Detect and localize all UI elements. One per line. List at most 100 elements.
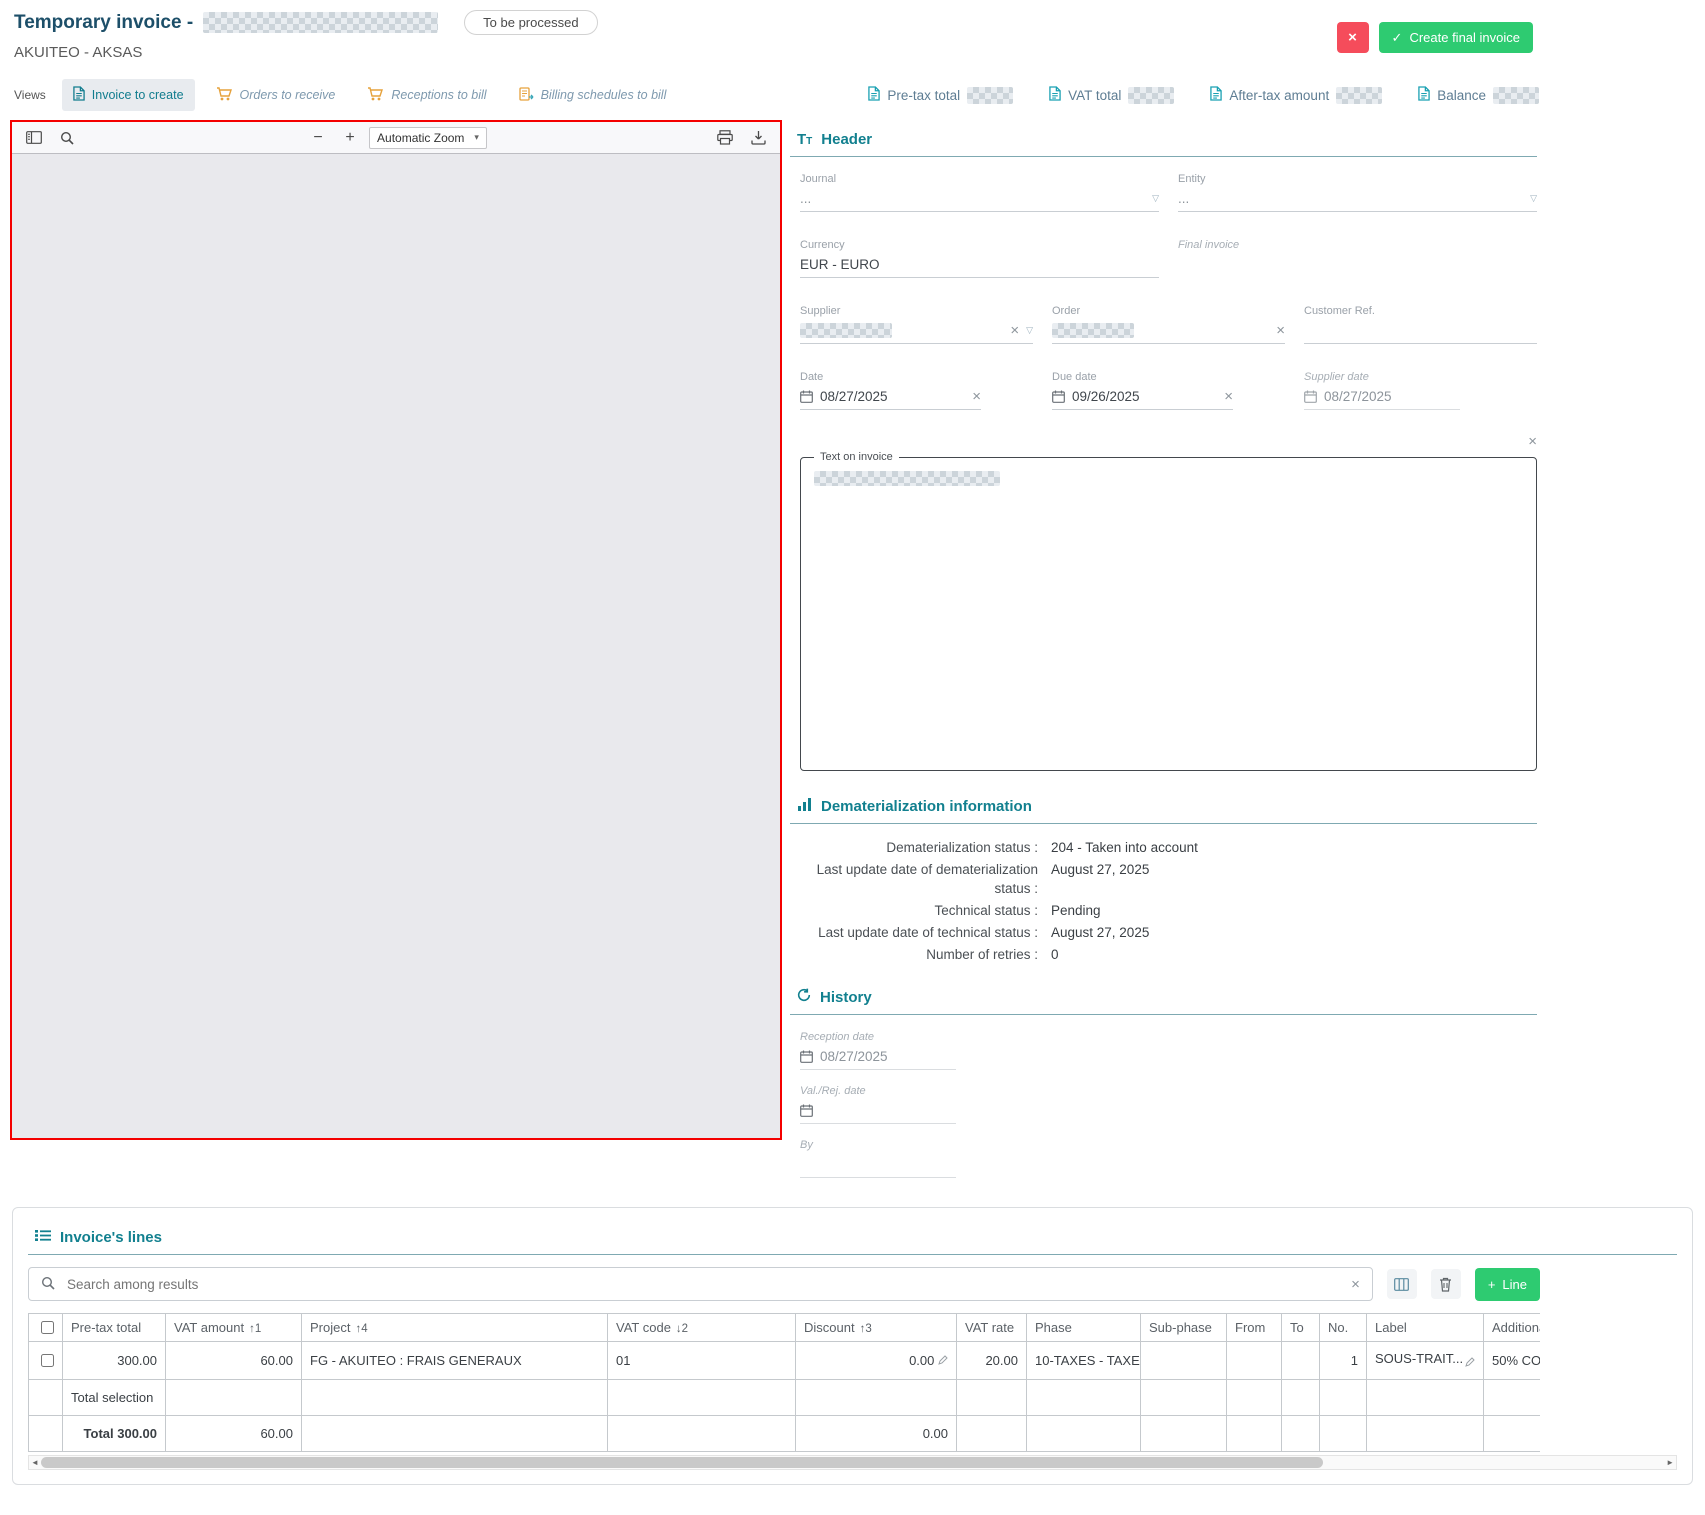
supplier-label: Supplier bbox=[800, 305, 1033, 317]
dematerialization-section-title: Dematerialization information bbox=[790, 787, 1537, 824]
invoice-lines-panel: Invoice's lines × + Line bbox=[12, 1207, 1693, 1485]
demat-row-value: August 27, 2025 bbox=[1051, 923, 1149, 942]
total-vat-cell: 60.00 bbox=[166, 1416, 302, 1452]
supplier-field[interactable]: Supplier ×▽ bbox=[800, 305, 1033, 344]
header-section-title: TT Header bbox=[790, 120, 1537, 157]
scroll-left-icon[interactable]: ◄ bbox=[31, 1459, 39, 1467]
search-box[interactable]: × bbox=[28, 1267, 1373, 1301]
schedule-document-icon bbox=[519, 87, 534, 104]
create-final-invoice-button[interactable]: ✓ Create final invoice bbox=[1379, 22, 1533, 53]
zoom-in-button[interactable]: + bbox=[337, 125, 363, 150]
delete-line-button[interactable] bbox=[1431, 1269, 1461, 1299]
discount-cell: 0.00 bbox=[796, 1342, 957, 1380]
print-button[interactable] bbox=[712, 125, 738, 150]
column-header-no[interactable]: No. bbox=[1320, 1314, 1367, 1342]
zoom-out-button[interactable]: − bbox=[305, 125, 331, 150]
tab-billing-schedules-to-bill[interactable]: Billing schedules to bill bbox=[508, 80, 678, 111]
demat-row-value: 204 - Taken into account bbox=[1051, 838, 1198, 857]
text-format-icon: TT bbox=[797, 131, 812, 148]
currency-field[interactable]: Currency EUR - EURO bbox=[800, 239, 1159, 278]
order-field[interactable]: Order × bbox=[1052, 305, 1285, 344]
due-date-field[interactable]: Due date 09/26/2025 × bbox=[1052, 371, 1285, 410]
vat-total: VAT total bbox=[1049, 86, 1174, 104]
scrollbar-track[interactable] bbox=[41, 1457, 1664, 1468]
pdf-viewer-panel: − + Automatic Zoom ▾ bbox=[10, 120, 782, 1140]
total-selection-row: Total selection bbox=[29, 1380, 1541, 1416]
tab-receptions-to-bill[interactable]: Receptions to bill bbox=[356, 80, 497, 111]
column-header-label[interactable]: Label bbox=[1367, 1314, 1484, 1342]
supplier-date-label: Supplier date bbox=[1304, 371, 1537, 383]
balance-label: Balance bbox=[1437, 88, 1486, 103]
document-icon bbox=[1049, 86, 1061, 104]
columns-button[interactable] bbox=[1387, 1269, 1417, 1299]
clear-due-date-button[interactable]: × bbox=[1224, 389, 1233, 404]
reception-date-value: 08/27/2025 bbox=[820, 1049, 888, 1064]
history-section-label: History bbox=[820, 989, 872, 1006]
history-icon bbox=[797, 988, 811, 1006]
clear-search-button[interactable]: × bbox=[1351, 1277, 1360, 1292]
redacted-supplier-value bbox=[800, 323, 892, 338]
clear-text-on-invoice-button[interactable]: × bbox=[1528, 433, 1537, 450]
column-header-sub-phase[interactable]: Sub-phase bbox=[1141, 1314, 1227, 1342]
column-header-discount[interactable]: Discount↑3 bbox=[796, 1314, 957, 1342]
bar-chart-icon bbox=[797, 798, 812, 815]
column-header-to[interactable]: To bbox=[1282, 1314, 1320, 1342]
close-button[interactable]: × bbox=[1337, 22, 1369, 53]
toggle-sidebar-button[interactable] bbox=[21, 125, 47, 150]
redacted-invoice-number bbox=[203, 12, 438, 33]
invoice-lines-title: Invoice's lines bbox=[28, 1218, 1677, 1255]
journal-field[interactable]: Journal ...▽ bbox=[800, 173, 1159, 212]
page-header: Temporary invoice - To be processed AKUI… bbox=[0, 0, 1705, 74]
invoice-detail-panel: TT Header Journal ...▽ Entity ...▽ Curre… bbox=[790, 120, 1537, 1193]
vat-rate-cell: 20.00 bbox=[957, 1342, 1027, 1380]
column-header-project[interactable]: Project↑4 bbox=[302, 1314, 608, 1342]
clear-date-button[interactable]: × bbox=[972, 389, 981, 404]
scroll-right-icon[interactable]: ► bbox=[1666, 1459, 1674, 1467]
add-line-button[interactable]: + Line bbox=[1475, 1268, 1540, 1301]
entity-field[interactable]: Entity ...▽ bbox=[1178, 173, 1537, 212]
edit-icon[interactable] bbox=[938, 1353, 948, 1368]
vat-total-label: VAT total bbox=[1068, 88, 1121, 103]
clear-supplier-button[interactable]: × bbox=[1010, 323, 1019, 338]
date-value: 08/27/2025 bbox=[820, 389, 888, 404]
column-header-pretax-total[interactable]: Pre-tax total bbox=[63, 1314, 166, 1342]
search-input[interactable] bbox=[65, 1276, 1341, 1293]
dematerialization-info: Dematerialization status :204 - Taken in… bbox=[790, 824, 1537, 977]
zoom-select[interactable]: Automatic Zoom ▾ bbox=[369, 127, 487, 149]
supplier-date-field: Supplier date 08/27/2025 bbox=[1304, 371, 1537, 410]
page-title: Temporary invoice - bbox=[14, 12, 193, 34]
total-row: Total 300.00 60.00 0.00 bbox=[29, 1416, 1541, 1452]
date-field[interactable]: Date 08/27/2025 × bbox=[800, 371, 1033, 410]
clear-order-button[interactable]: × bbox=[1276, 323, 1285, 338]
tab-invoice-to-create[interactable]: Invoice to create bbox=[62, 79, 195, 111]
pretax-total-cell: 300.00 bbox=[63, 1342, 166, 1380]
download-button[interactable] bbox=[745, 125, 771, 150]
column-header-phase[interactable]: Phase bbox=[1027, 1314, 1141, 1342]
horizontal-scrollbar[interactable]: ◄ ► bbox=[28, 1455, 1677, 1470]
select-all-checkbox[interactable] bbox=[41, 1321, 54, 1334]
column-header-from[interactable]: From bbox=[1227, 1314, 1282, 1342]
column-header-vat-code[interactable]: VAT code↓2 bbox=[608, 1314, 796, 1342]
column-header-select[interactable] bbox=[29, 1314, 63, 1342]
calendar-icon bbox=[1304, 390, 1317, 403]
customer-ref-field[interactable]: Customer Ref. bbox=[1304, 305, 1537, 344]
column-header-additional[interactable]: Additional bbox=[1484, 1314, 1541, 1342]
scrollbar-thumb[interactable] bbox=[41, 1457, 1323, 1468]
column-header-vat-amount[interactable]: VAT amount↑1 bbox=[166, 1314, 302, 1342]
tab-orders-to-receive[interactable]: Orders to receive bbox=[205, 80, 347, 111]
dematerialization-section-label: Dematerialization information bbox=[821, 798, 1032, 815]
due-date-value: 09/26/2025 bbox=[1072, 389, 1140, 404]
text-on-invoice-label: Text on invoice bbox=[814, 451, 899, 463]
text-on-invoice-field[interactable]: Text on invoice bbox=[800, 451, 1537, 771]
tab-label: Billing schedules to bill bbox=[541, 88, 667, 102]
history-section-title: History bbox=[790, 977, 1537, 1015]
total-selection-cell: Total selection bbox=[63, 1380, 166, 1416]
demat-row-label: Last update date of dematerialization st… bbox=[800, 860, 1038, 898]
search-icon[interactable] bbox=[54, 125, 80, 150]
column-header-vat-rate[interactable]: VAT rate bbox=[957, 1314, 1027, 1342]
text-on-invoice-wrap: × Text on invoice bbox=[800, 437, 1537, 771]
row-checkbox[interactable] bbox=[41, 1354, 54, 1367]
lines-table-wrap: Pre-tax total VAT amount↑1 Project↑4 VAT… bbox=[28, 1313, 1540, 1452]
vat-amount-cell: 60.00 bbox=[166, 1342, 302, 1380]
edit-icon[interactable] bbox=[1465, 1355, 1475, 1370]
